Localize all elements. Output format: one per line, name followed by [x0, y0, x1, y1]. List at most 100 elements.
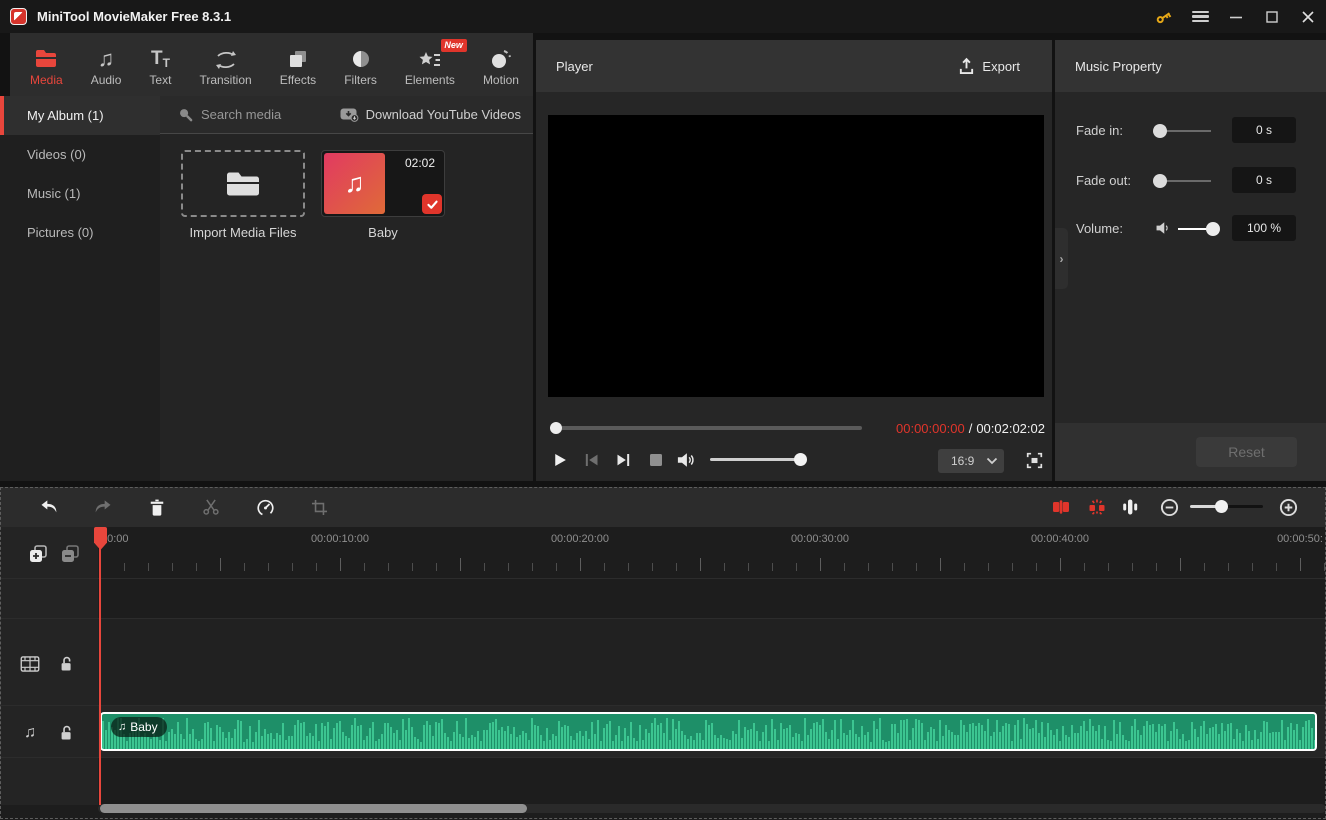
music-property-header: Music Property: [1055, 40, 1326, 92]
download-youtube-button[interactable]: Download YouTube Videos: [340, 107, 521, 122]
aspect-ratio-select[interactable]: 16:9: [938, 449, 1004, 473]
zoom-in-button[interactable]: [1277, 496, 1299, 518]
register-key-button[interactable]: [1146, 0, 1182, 33]
chevron-right-icon: ›: [1059, 251, 1064, 266]
tab-transition[interactable]: Transition: [193, 33, 257, 96]
video-track-lane[interactable]: [98, 618, 1326, 705]
timeline-zoom-slider[interactable]: [1190, 500, 1263, 513]
playhead-line: [99, 527, 101, 805]
tab-effects[interactable]: Effects: [274, 33, 322, 96]
timeline-scrollbar-thumb[interactable]: [100, 804, 527, 813]
fit-timeline-icon[interactable]: [1050, 496, 1072, 518]
fade-in-slider[interactable]: [1153, 124, 1211, 138]
redo-button[interactable]: [92, 496, 114, 518]
sidebar-item-label: Music (1): [27, 186, 81, 201]
search-icon: [178, 107, 193, 122]
crop-button[interactable]: [308, 496, 330, 518]
tab-filters[interactable]: Filters: [338, 33, 383, 96]
fade-out-value[interactable]: 0 s: [1232, 167, 1296, 193]
seek-thumb[interactable]: [550, 422, 562, 434]
reset-button[interactable]: Reset: [1196, 437, 1297, 467]
export-icon: [958, 57, 975, 75]
music-note-icon: ♫: [344, 168, 365, 198]
tab-label: Media: [30, 73, 63, 87]
app-title: MiniTool MovieMaker Free 8.3.1: [37, 9, 232, 24]
stop-button[interactable]: [646, 449, 666, 471]
tab-audio[interactable]: ♫ Audio: [85, 33, 128, 96]
fullscreen-button[interactable]: [1024, 450, 1044, 470]
ruler-label: 00:00:40:00: [1030, 533, 1090, 545]
speaker-icon: [1155, 220, 1172, 236]
key-icon: [1154, 7, 1174, 27]
volume-value[interactable]: 100 %: [1232, 215, 1296, 241]
fade-out-slider[interactable]: [1153, 174, 1211, 188]
media-item-name: Baby: [368, 225, 398, 240]
titlebar-actions: [1146, 0, 1326, 33]
search-placeholder: Search media: [201, 107, 282, 122]
tab-motion[interactable]: Motion: [477, 33, 525, 96]
music-track-lock-button[interactable]: [56, 723, 76, 743]
seek-bar[interactable]: [550, 422, 862, 434]
zoom-out-button[interactable]: [1158, 496, 1180, 518]
play-button[interactable]: [549, 449, 569, 471]
minimize-button[interactable]: [1218, 0, 1254, 33]
sidebar-item-pictures[interactable]: Pictures (0): [0, 213, 160, 252]
split-clip-icon[interactable]: [1086, 496, 1108, 518]
music-volume-slider[interactable]: [1178, 222, 1220, 236]
split-scissors-button[interactable]: [200, 496, 222, 518]
tab-elements[interactable]: New Elements: [399, 33, 467, 96]
fade-in-row: Fade in: 0 s: [1055, 117, 1326, 145]
sidebar-item-videos[interactable]: Videos (0): [0, 135, 160, 174]
motion-icon: [489, 44, 513, 70]
music-volume-thumb[interactable]: [1206, 222, 1220, 236]
tab-media[interactable]: Media: [24, 33, 69, 96]
timeline-scrollbar[interactable]: [98, 804, 1326, 813]
audio-waveform-icon[interactable]: [1119, 496, 1141, 518]
menu-button[interactable]: [1182, 0, 1218, 33]
panel-collapse-handle[interactable]: ›: [1055, 228, 1068, 289]
previous-frame-button[interactable]: [581, 449, 601, 471]
import-media-button[interactable]: [181, 150, 305, 217]
current-time: 00:00:00:00: [896, 421, 965, 436]
tab-text[interactable]: TT Text: [143, 33, 177, 96]
tab-label: Motion: [482, 73, 519, 87]
ruler-ticks: [100, 557, 1326, 574]
video-track-lock-button[interactable]: [56, 654, 76, 674]
app-window: MiniTool MovieMaker Free 8.3.1 Media ♫ A…: [0, 0, 1326, 820]
remove-track-button[interactable]: [60, 544, 80, 564]
sidebar-item-music[interactable]: Music (1): [0, 174, 160, 213]
close-button[interactable]: [1290, 0, 1326, 33]
mute-button[interactable]: [676, 449, 696, 471]
player-volume-slider[interactable]: [710, 453, 807, 466]
ruler-label: 00:00:30:00: [790, 533, 850, 545]
speed-button[interactable]: [254, 496, 276, 518]
tab-label: Filters: [344, 73, 377, 87]
tab-label: Text: [149, 73, 172, 87]
music-clip-baby[interactable]: ♫ Baby: [100, 712, 1317, 751]
timeline-zoom-thumb[interactable]: [1215, 500, 1228, 513]
maximize-button[interactable]: [1254, 0, 1290, 33]
timeline: 00:00 00:00:10:00 00:00:20:00 00:00:30:0…: [0, 527, 1326, 820]
player-volume-thumb[interactable]: [794, 453, 807, 466]
close-icon: [1300, 9, 1316, 25]
app-logo: [10, 8, 27, 25]
music-thumbnail: ♫: [324, 153, 385, 214]
delete-button[interactable]: [146, 496, 168, 518]
undo-button[interactable]: [38, 496, 60, 518]
fade-in-value[interactable]: 0 s: [1232, 117, 1296, 143]
fade-out-row: Fade out: 0 s: [1055, 167, 1326, 195]
tab-label: Audio: [90, 73, 122, 87]
sidebar-item-my-album[interactable]: My Album (1): [0, 96, 160, 135]
media-item-baby[interactable]: ♫ 02:02: [321, 150, 445, 217]
new-badge: New: [441, 39, 467, 52]
fade-out-thumb[interactable]: [1153, 174, 1167, 188]
sidebar-item-label: Videos (0): [27, 147, 87, 162]
export-button[interactable]: Export: [958, 57, 1020, 75]
search-media-input[interactable]: Search media: [178, 107, 281, 122]
main-tabs: Media ♫ Audio TT Text Transition Effects: [10, 33, 533, 96]
time-separator: /: [968, 421, 973, 436]
next-frame-button[interactable]: [613, 449, 633, 471]
add-track-button[interactable]: [28, 544, 48, 564]
video-preview[interactable]: [548, 115, 1044, 397]
fade-in-thumb[interactable]: [1153, 124, 1167, 138]
